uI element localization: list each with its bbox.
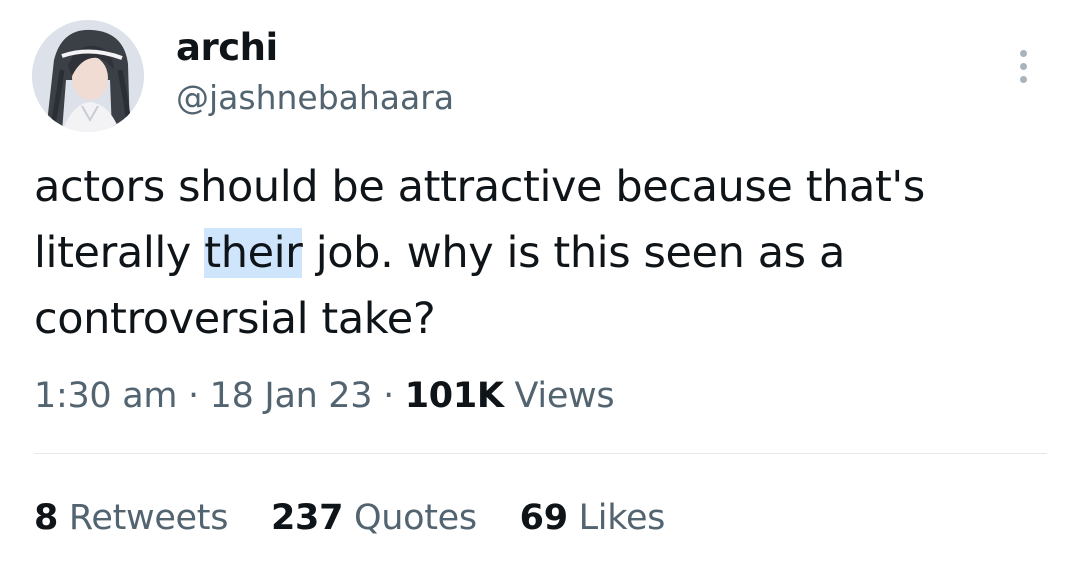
views-count: 101K	[404, 376, 504, 416]
tweet-time[interactable]: 1:30 am	[34, 376, 177, 416]
likes-label: Likes	[578, 498, 666, 538]
meta-separator: ·	[383, 376, 394, 416]
meta-separator: ·	[188, 376, 199, 416]
quotes-stat[interactable]: 237 Quotes	[271, 496, 477, 540]
more-dot	[1020, 76, 1027, 83]
quotes-label: Quotes	[353, 498, 477, 538]
retweets-label: Retweets	[68, 498, 229, 538]
tweet-metadata: 1:30 am · 18 Jan 23 · 101K Views	[34, 374, 615, 418]
avatar[interactable]	[32, 20, 144, 132]
tweet-date[interactable]: 18 Jan 23	[210, 376, 373, 416]
tweet-text: actors should be attractive because that…	[34, 154, 1044, 352]
engagement-stats: 8 Retweets 237 Quotes 69 Likes	[34, 496, 697, 540]
quotes-count: 237	[270, 498, 344, 538]
tweet-text-highlighted-word: their	[204, 228, 303, 278]
divider	[34, 453, 1047, 454]
more-dot	[1020, 50, 1027, 57]
display-name[interactable]: archi	[176, 26, 278, 70]
more-options-icon[interactable]	[1006, 46, 1042, 86]
retweets-stat[interactable]: 8 Retweets	[34, 496, 228, 540]
avatar-image	[32, 20, 144, 132]
more-dot	[1020, 63, 1027, 70]
likes-count: 69	[519, 498, 568, 538]
views-label: Views	[514, 376, 615, 416]
likes-stat[interactable]: 69 Likes	[519, 496, 666, 540]
retweets-count: 8	[34, 498, 59, 538]
user-handle[interactable]: @jashnebahaara	[176, 78, 454, 118]
